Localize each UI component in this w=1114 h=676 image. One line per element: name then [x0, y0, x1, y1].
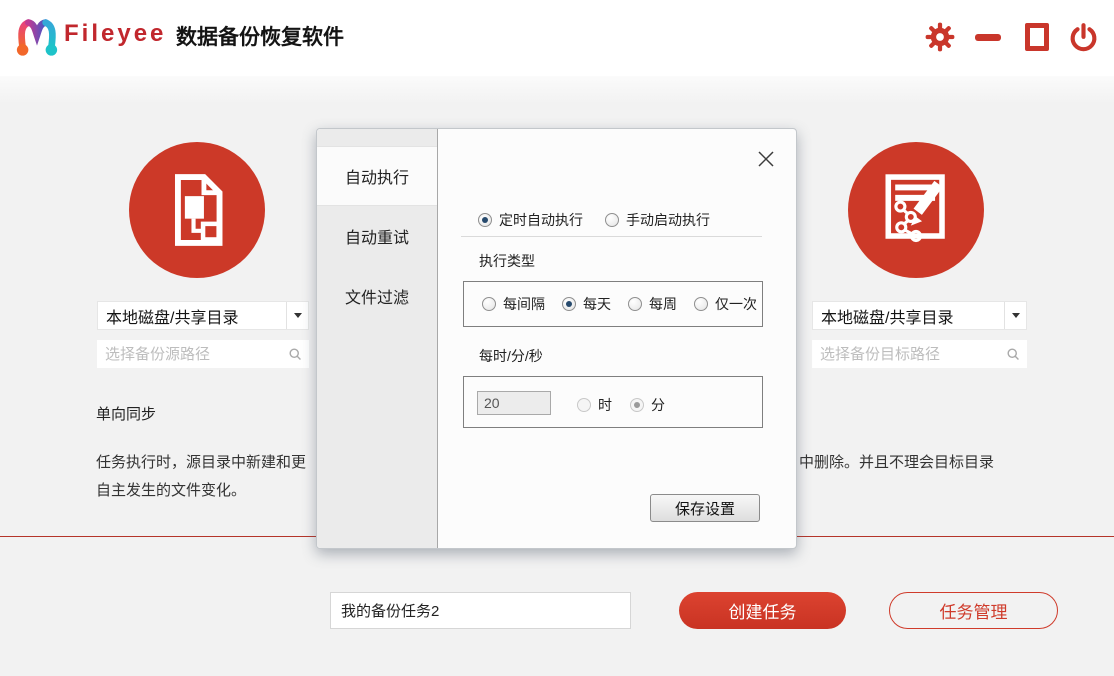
radio-circle [630, 398, 644, 412]
app-title: 数据备份恢复软件 [176, 21, 344, 51]
sync-mode-title: 单向同步 [96, 403, 156, 424]
fileyee-logo-icon [14, 12, 60, 65]
schedule-label: 每时/分/秒 [479, 346, 543, 366]
target-drive-select-value: 本地磁盘/共享目录 [813, 304, 1004, 328]
minimize-icon[interactable] [971, 18, 1005, 56]
tab-auto-execute[interactable]: 自动执行 [317, 146, 437, 206]
chevron-down-icon [286, 302, 308, 329]
settings-gear-icon[interactable] [924, 18, 956, 56]
exec-type-group: 每间隔 每天 每周 仅一次 [463, 281, 763, 327]
radio-circle [478, 213, 492, 227]
source-drive-select-value: 本地磁盘/共享目录 [98, 304, 286, 328]
unit-group: 时 分 [577, 395, 665, 415]
title-bar: Fileyee 数据备份恢复软件 [0, 0, 1114, 76]
maximize-icon[interactable] [1021, 18, 1053, 56]
radio-circle [562, 297, 576, 311]
radio-only-once[interactable]: 仅一次 [694, 294, 757, 314]
close-icon[interactable] [754, 147, 778, 171]
task-name-input[interactable] [331, 593, 630, 628]
radio-label: 分 [651, 395, 665, 415]
interval-value-input[interactable] [477, 391, 551, 415]
radio-circle [605, 213, 619, 227]
radio-label: 时 [598, 395, 612, 415]
manage-tasks-button[interactable]: 任务管理 [889, 592, 1058, 629]
radio-timed-auto-execute[interactable]: 定时自动执行 [478, 210, 583, 230]
radio-every-day[interactable]: 每天 [562, 294, 611, 314]
auto-execute-settings-dialog: 自动执行 自动重试 文件过滤 定时自动执行 手动启动执行 执行类型 [316, 128, 797, 549]
radio-label: 每间隔 [503, 294, 545, 314]
dialog-divider [461, 236, 762, 237]
sync-desc-line1: 任务执行时，源目录中新建和更 [96, 451, 306, 472]
radio-unit-minute[interactable]: 分 [630, 395, 665, 415]
schedule-group: 时 分 [463, 376, 763, 428]
radio-circle [628, 297, 642, 311]
target-drive-select[interactable]: 本地磁盘/共享目录 [812, 301, 1027, 330]
target-path-field[interactable] [812, 340, 1027, 368]
radio-label: 手动启动执行 [626, 210, 710, 230]
radio-circle [577, 398, 591, 412]
task-name-field[interactable] [330, 592, 631, 629]
power-close-icon[interactable] [1066, 18, 1100, 56]
create-task-button[interactable]: 创建任务 [679, 592, 846, 629]
backup-source-icon [129, 142, 265, 278]
radio-label: 每天 [583, 294, 611, 314]
target-path-input[interactable] [812, 340, 1027, 368]
dialog-tab-list: 自动执行 自动重试 文件过滤 [317, 129, 438, 548]
backup-target-icon [848, 142, 984, 278]
source-path-field[interactable] [97, 340, 309, 368]
sync-desc-right-fragment: 中删除。并且不理会目标目录 [799, 451, 994, 472]
radio-circle [694, 297, 708, 311]
radio-label: 仅一次 [715, 294, 757, 314]
source-drive-select[interactable]: 本地磁盘/共享目录 [97, 301, 309, 330]
radio-manual-start[interactable]: 手动启动执行 [605, 210, 710, 230]
fileyee-app-window: Fileyee 数据备份恢复软件 [0, 0, 1114, 676]
radio-every-week[interactable]: 每周 [628, 294, 677, 314]
tab-file-filter[interactable]: 文件过滤 [317, 266, 437, 326]
sync-desc-line2: 自主发生的文件变化。 [96, 479, 246, 500]
radio-unit-hour[interactable]: 时 [577, 395, 612, 415]
header-shadow [0, 76, 1114, 104]
save-settings-button[interactable]: 保存设置 [650, 494, 760, 522]
radio-label: 定时自动执行 [499, 210, 583, 230]
brand-name: Fileyee [64, 20, 166, 48]
radio-every-interval[interactable]: 每间隔 [482, 294, 545, 314]
trigger-mode-group: 定时自动执行 手动启动执行 [478, 210, 710, 230]
source-path-input[interactable] [97, 340, 309, 368]
search-icon[interactable] [1006, 347, 1020, 366]
exec-type-label: 执行类型 [479, 251, 535, 271]
radio-circle [482, 297, 496, 311]
radio-label: 每周 [649, 294, 677, 314]
tab-auto-retry[interactable]: 自动重试 [317, 206, 437, 266]
chevron-down-icon [1004, 302, 1026, 329]
search-icon[interactable] [288, 347, 302, 366]
